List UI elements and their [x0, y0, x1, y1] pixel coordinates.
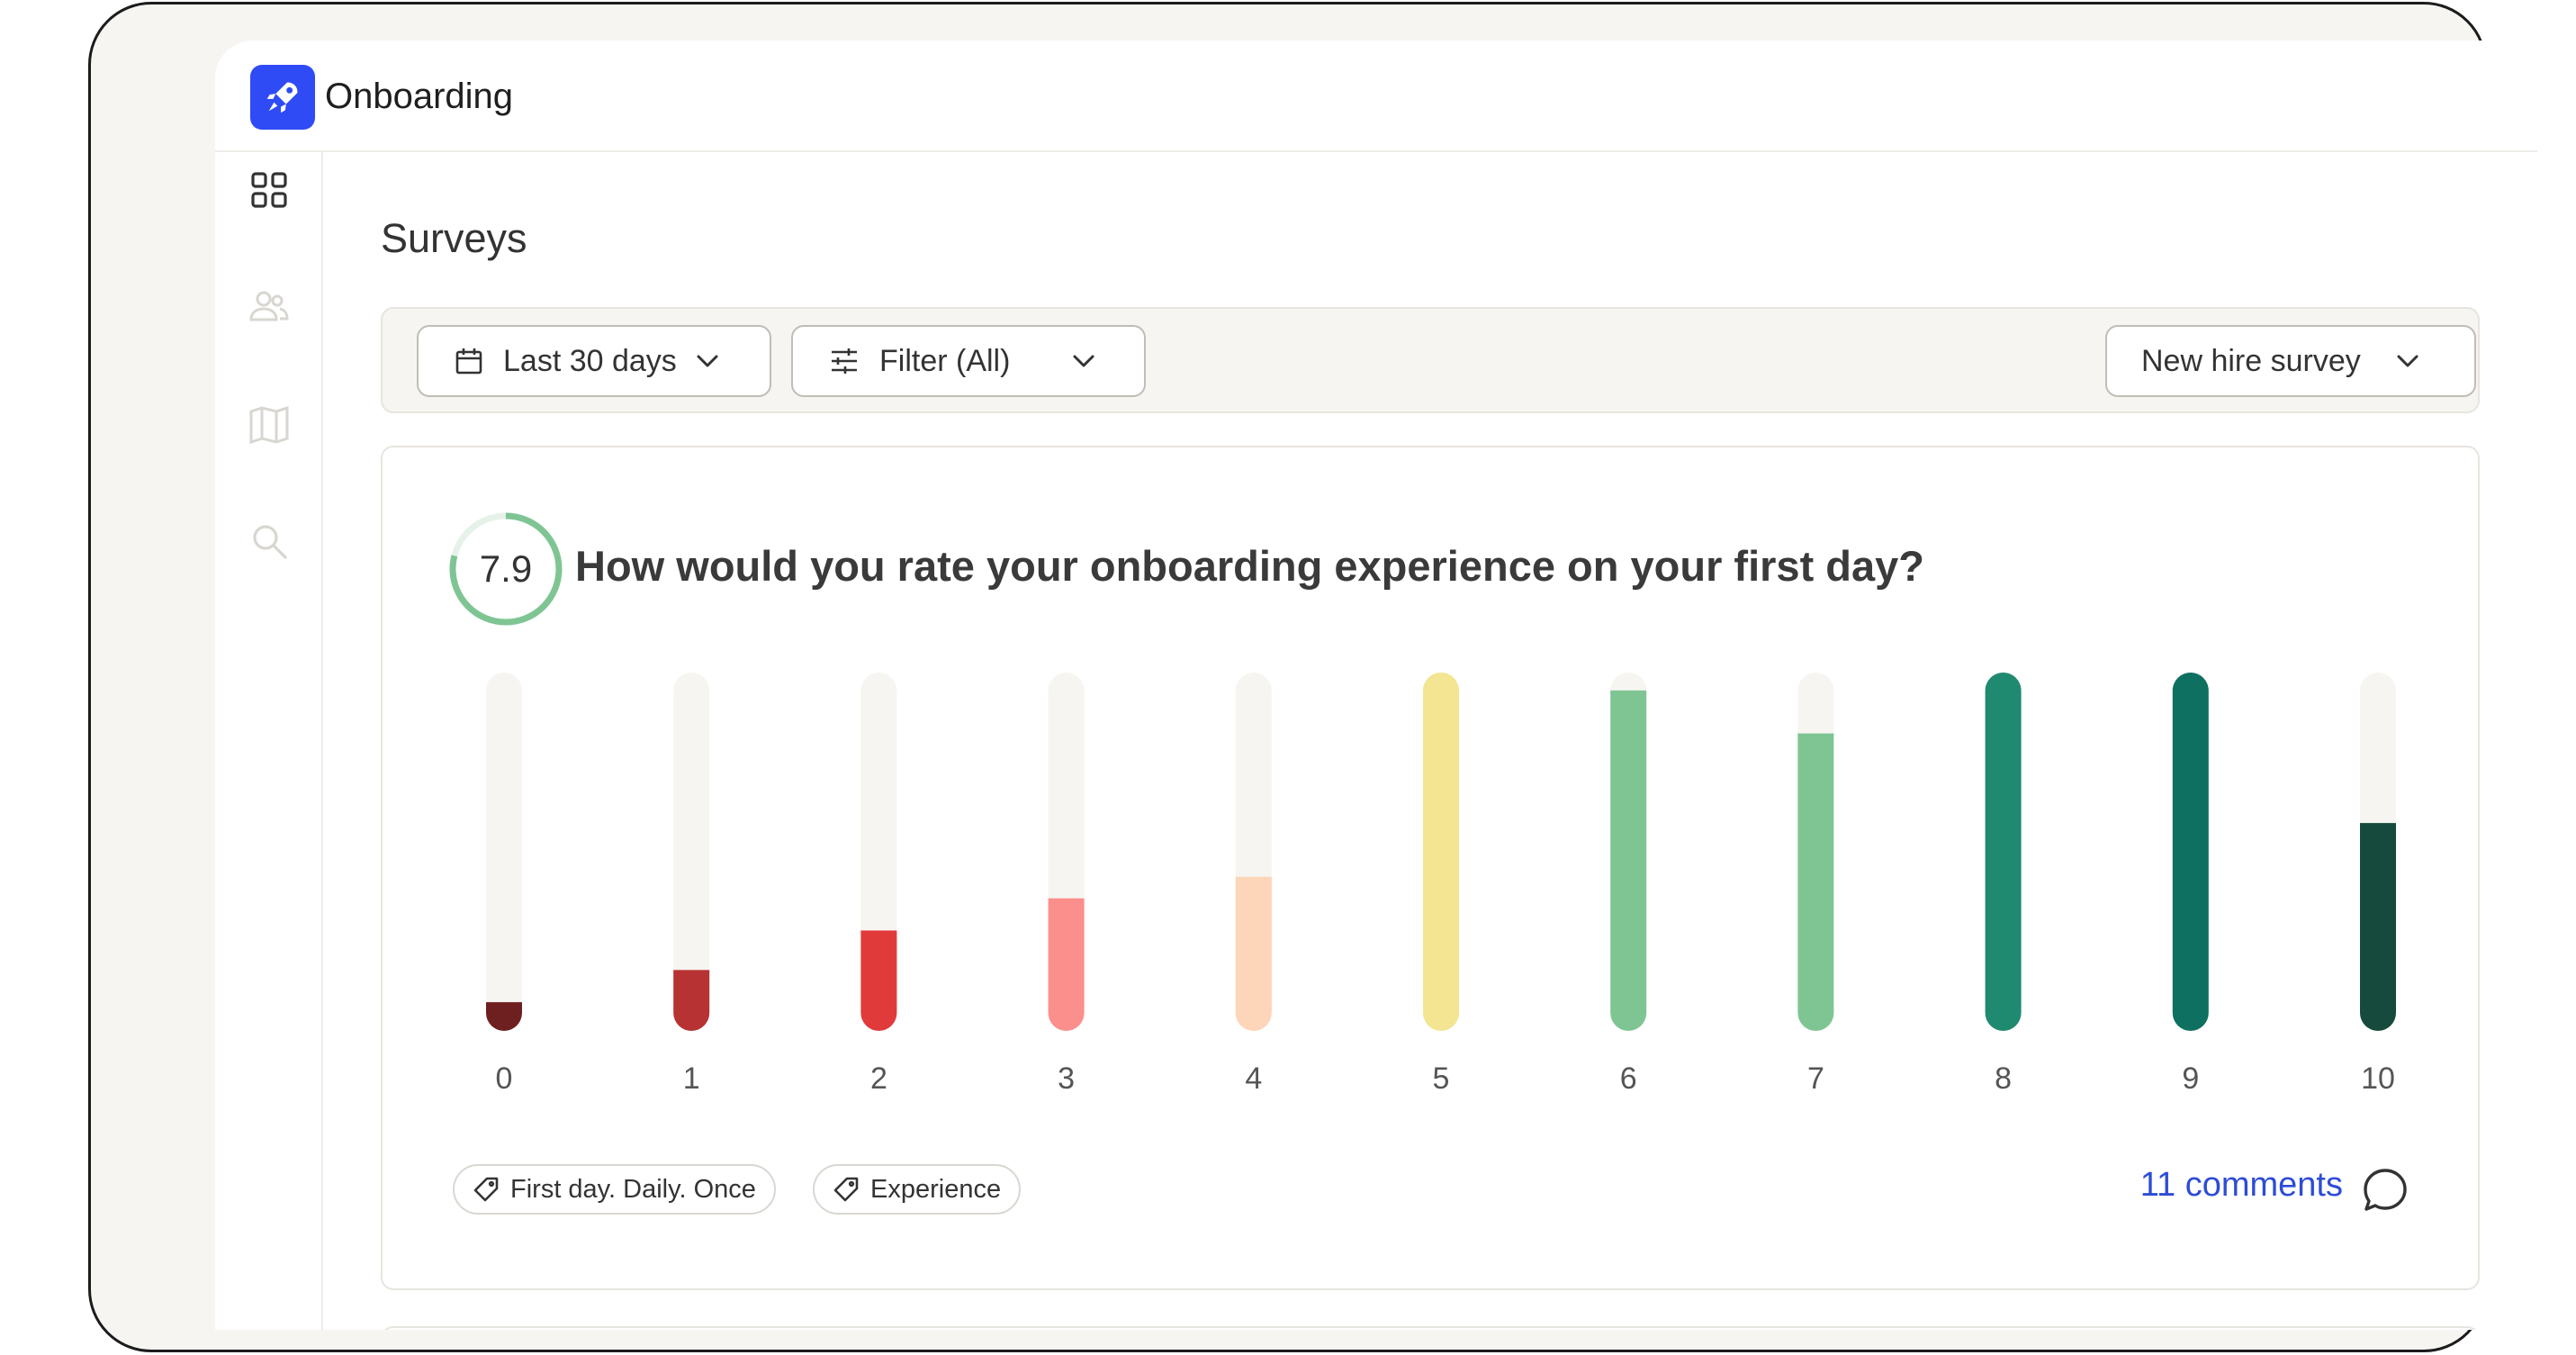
- calendar-icon: [455, 348, 482, 375]
- bar-track: [486, 673, 522, 1031]
- tick-label: 7: [1807, 1061, 1824, 1096]
- device-frame: Onboarding Surveys Last 30 days Filter (…: [88, 2, 2537, 1352]
- comments-link[interactable]: 11 comments: [2140, 1166, 2343, 1205]
- tick-label: 10: [2361, 1061, 2395, 1096]
- app-title: Onboarding: [325, 77, 514, 116]
- tag-chip[interactable]: Experience: [813, 1164, 1022, 1215]
- sidebar: [215, 152, 323, 1330]
- tick-label: 4: [1245, 1061, 1262, 1096]
- date-range-button[interactable]: Last 30 days: [417, 325, 771, 397]
- sliders-icon: [832, 348, 857, 374]
- bar-6[interactable]: [1610, 690, 1647, 1031]
- bar-1[interactable]: [673, 970, 710, 1031]
- survey-select-label: New hire survey: [2141, 343, 2361, 378]
- bar-5[interactable]: [1423, 673, 1459, 1031]
- filter-toolbar: Last 30 days Filter (All) New hire surve…: [381, 307, 2480, 413]
- comment-icon[interactable]: [2361, 1166, 2409, 1215]
- tag-label: Experience: [870, 1174, 1002, 1204]
- search-icon[interactable]: [248, 519, 291, 563]
- bar-3[interactable]: [1048, 898, 1085, 1031]
- bar-10[interactable]: [2360, 823, 2396, 1031]
- tick-label: 6: [1620, 1061, 1637, 1096]
- survey-select[interactable]: New hire survey: [2105, 325, 2476, 397]
- tag-chip[interactable]: First day. Daily. Once: [453, 1164, 776, 1215]
- tag-icon: [473, 1177, 499, 1202]
- tick-label: 0: [496, 1061, 513, 1096]
- chevron-down-icon: [697, 355, 718, 367]
- bar-4[interactable]: [1235, 876, 1272, 1031]
- question-card: 7.9 How would you rate your onboarding e…: [381, 446, 2480, 1290]
- rocket-icon[interactable]: [250, 65, 315, 130]
- tick-label: 8: [1995, 1061, 2012, 1096]
- tag-label: First day. Daily. Once: [510, 1174, 756, 1204]
- tick-label: 2: [870, 1061, 887, 1096]
- tick-label: 3: [1058, 1061, 1075, 1096]
- tick-label: 1: [683, 1061, 700, 1096]
- date-range-label: Last 30 days: [503, 343, 677, 378]
- tag-icon: [833, 1177, 859, 1202]
- bar-0[interactable]: [486, 1002, 522, 1031]
- tick-label: 5: [1433, 1061, 1450, 1096]
- next-question-card: [381, 1326, 2480, 1330]
- app-window: Onboarding Surveys Last 30 days Filter (…: [215, 41, 2537, 1330]
- top-bar: Onboarding: [215, 41, 2537, 152]
- tick-label: 9: [2182, 1061, 2199, 1096]
- bar-7[interactable]: [1797, 733, 1834, 1031]
- chevron-down-icon: [1073, 355, 1094, 367]
- bar-9[interactable]: [2172, 673, 2209, 1031]
- filter-label: Filter (All): [879, 343, 1011, 378]
- users-icon[interactable]: [248, 285, 291, 329]
- page-title: Surveys: [381, 215, 527, 261]
- bar-8[interactable]: [1985, 673, 2022, 1031]
- filter-button[interactable]: Filter (All): [791, 325, 1146, 397]
- chevron-down-icon: [2397, 355, 2418, 367]
- grid-icon[interactable]: [248, 168, 291, 212]
- main-content: Surveys Last 30 days Filter (All) New hi…: [323, 152, 2537, 1330]
- bar-2[interactable]: [860, 930, 897, 1031]
- book-icon[interactable]: [248, 402, 291, 446]
